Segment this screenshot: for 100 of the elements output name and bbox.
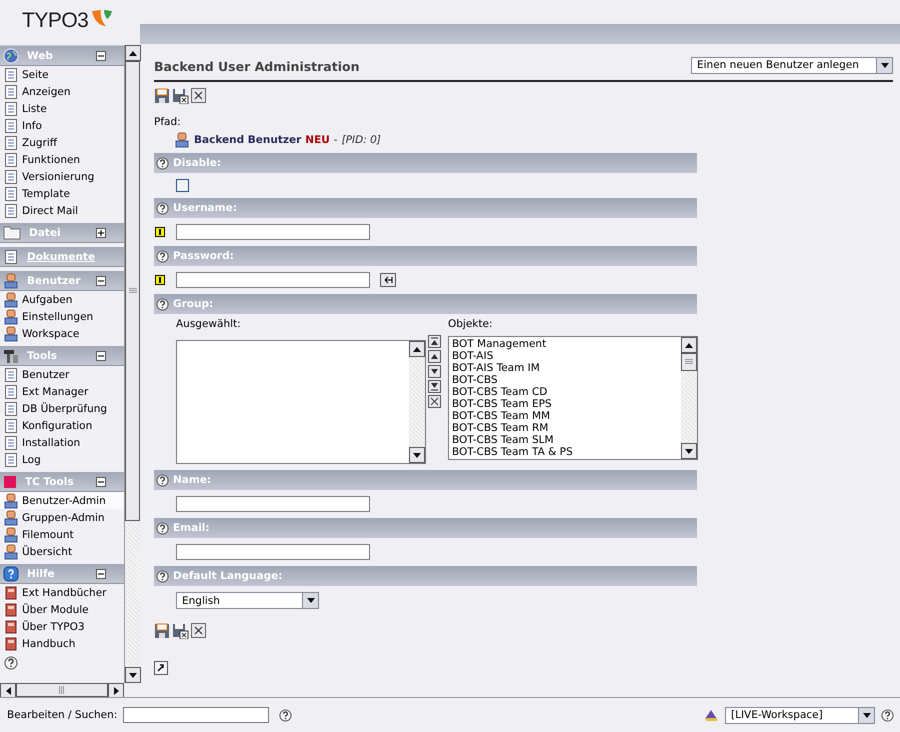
module-item[interactable]: Zugriff: [0, 134, 124, 151]
move-bottom-button[interactable]: [428, 380, 441, 393]
module-item[interactable]: Installation: [0, 434, 124, 451]
search-field[interactable]: [123, 707, 270, 723]
module-item[interactable]: Anzeigen: [0, 83, 124, 100]
module-item[interactable]: Filemount: [0, 526, 124, 543]
help-icon[interactable]: [156, 156, 169, 170]
module-item[interactable]: Handbuch: [0, 635, 124, 652]
list-option[interactable]: BOT-CBS Team RM: [452, 422, 678, 434]
record-pid: [PID: 0]: [342, 134, 381, 146]
help-icon[interactable]: [156, 474, 169, 486]
scroll-up-button[interactable]: [409, 341, 425, 357]
help-icon[interactable]: [156, 522, 169, 534]
module-item[interactable]: Gruppen-Admin: [0, 509, 124, 526]
list-option[interactable]: BOT-CBS Team EPS: [452, 398, 678, 410]
module-item[interactable]: Konfiguration: [0, 417, 124, 434]
password-field[interactable]: [176, 272, 370, 288]
available-groups-list[interactable]: BOT Management BOT-AIS BOT-AIS Team IM BOT-CBS BOT-CBS Team CD BOT-CBS Team EPS BOT-CBS Team MM BOT-CBS Team RM BOT-CBS Team SLM BOT-CBS Team TA & PS: [448, 336, 698, 460]
save-icon[interactable]: [154, 623, 170, 639]
collapse-icon[interactable]: [96, 50, 106, 60]
module-item[interactable]: Template: [0, 185, 124, 202]
list-label: Objekte:: [448, 318, 494, 330]
close-icon[interactable]: [191, 623, 206, 638]
list-option[interactable]: BOT Management: [452, 338, 678, 350]
horizontal-scrollbar[interactable]: [0, 683, 124, 697]
vertical-scrollbar[interactable]: [124, 45, 140, 683]
module-item[interactable]: Aufgaben: [0, 291, 124, 308]
shortcut-icon[interactable]: [154, 661, 168, 675]
list-option[interactable]: BOT-AIS: [452, 350, 678, 362]
module-item[interactable]: Ext Handbücher: [0, 584, 124, 601]
document-icon: [3, 418, 19, 434]
scroll-down-button[interactable]: [125, 667, 141, 683]
action-select[interactable]: Einen neuen Benutzer anlegen: [691, 56, 893, 74]
caret-icon: [413, 452, 421, 458]
text-field[interactable]: [176, 224, 370, 240]
list-option[interactable]: BOT-CBS: [452, 374, 678, 386]
module-item[interactable]: Seite: [0, 66, 124, 83]
module-item[interactable]: Über Module: [0, 601, 124, 618]
selected-groups-list[interactable]: [176, 340, 426, 464]
module-item[interactable]: Versionierung: [0, 168, 124, 185]
caret-icon: [114, 687, 118, 695]
scroll-thumb[interactable]: [125, 61, 140, 521]
module-item[interactable]: Direct Mail: [0, 202, 124, 219]
close-icon[interactable]: [191, 88, 206, 103]
module-item[interactable]: Workspace: [0, 325, 124, 342]
user-icon: [174, 132, 190, 148]
move-down-button[interactable]: [428, 365, 441, 378]
scroll-thumb[interactable]: [16, 683, 108, 697]
collapse-icon[interactable]: [96, 276, 106, 286]
module-item[interactable]: Benutzer-Admin: [0, 492, 124, 509]
field-label: Disable:: [173, 157, 222, 169]
workspace-select[interactable]: [LIVE-Workspace]: [725, 706, 875, 724]
module-item[interactable]: Einstellungen: [0, 308, 124, 325]
module-item[interactable]: Übersicht: [0, 543, 124, 560]
list-option[interactable]: BOT-CBS Team CD: [452, 386, 678, 398]
field-label: Username:: [173, 202, 237, 214]
list-option[interactable]: BOT-CBS Team TA & PS: [452, 446, 678, 458]
text-field[interactable]: [176, 544, 370, 560]
module-item[interactable]: Über TYPO3: [0, 618, 124, 635]
list-option[interactable]: BOT-CBS Team MM: [452, 410, 678, 422]
scroll-down-button[interactable]: [409, 447, 425, 463]
module-item[interactable]: Benutzer: [0, 366, 124, 383]
help-icon[interactable]: [156, 298, 169, 310]
scroll-thumb[interactable]: [681, 353, 697, 371]
save-icon[interactable]: [154, 88, 170, 104]
move-up-button[interactable]: [428, 350, 441, 363]
move-top-button[interactable]: [428, 335, 441, 348]
caret-icon: [129, 50, 137, 56]
help-icon[interactable]: [4, 656, 18, 670]
help-icon[interactable]: [156, 570, 169, 582]
collapse-icon[interactable]: [96, 568, 106, 578]
module-item[interactable]: Liste: [0, 100, 124, 117]
module-item[interactable]: DB Überprüfung: [0, 400, 124, 417]
group-title: Benutzer: [27, 274, 82, 286]
list-option[interactable]: BOT-AIS Team IM: [452, 362, 678, 374]
module-item[interactable]: Ext Manager: [0, 383, 124, 400]
generate-password-button[interactable]: [380, 273, 396, 287]
save-close-icon[interactable]: [172, 623, 189, 639]
module-item[interactable]: Info: [0, 117, 124, 134]
help-icon[interactable]: [156, 202, 169, 214]
help-icon[interactable]: [156, 250, 169, 262]
caret-icon: [430, 382, 439, 391]
remove-button[interactable]: [428, 395, 441, 408]
help-icon[interactable]: [881, 708, 894, 722]
help-icon[interactable]: [279, 708, 292, 722]
scroll-up-button[interactable]: [125, 45, 141, 61]
language-select[interactable]: English: [176, 592, 319, 609]
save-close-icon[interactable]: [172, 88, 189, 104]
list-option[interactable]: BOT-CBS Team SLM: [452, 434, 678, 446]
scroll-up-button[interactable]: [681, 337, 697, 353]
scroll-down-button[interactable]: [681, 443, 697, 459]
module-item[interactable]: Log: [0, 451, 124, 468]
collapse-icon[interactable]: [96, 350, 106, 360]
checkbox[interactable]: [176, 179, 189, 192]
collapse-icon[interactable]: [96, 476, 106, 486]
group-title: Tools: [27, 350, 58, 362]
module-item[interactable]: Funktionen: [0, 151, 124, 168]
document-icon: [3, 100, 19, 116]
text-field[interactable]: [176, 496, 370, 512]
expand-icon[interactable]: [96, 228, 106, 238]
